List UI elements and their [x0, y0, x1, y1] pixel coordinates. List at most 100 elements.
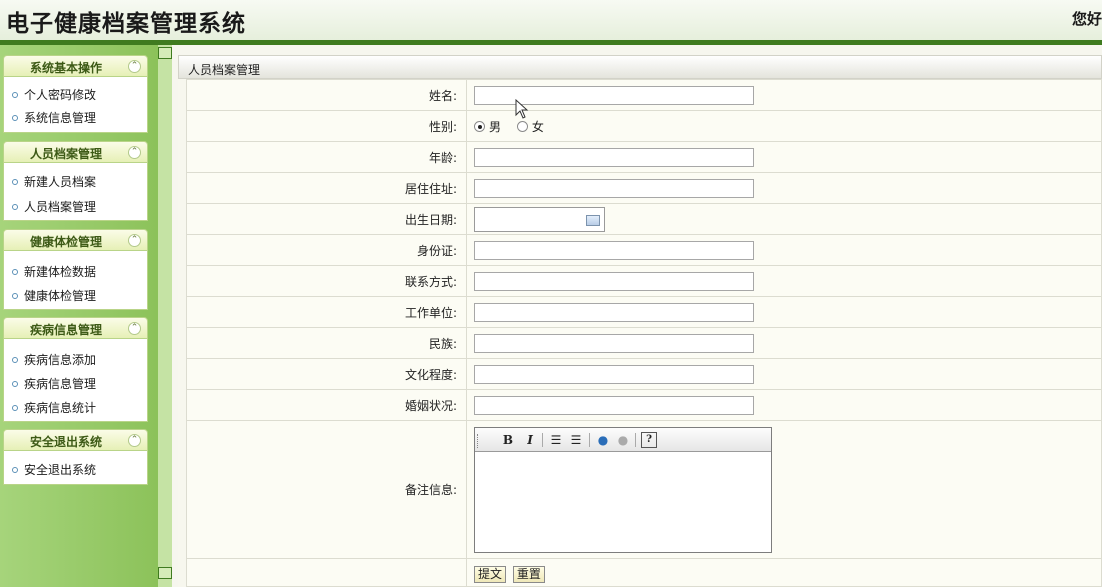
- sidebar-group-title: 疾病信息管理: [29, 323, 102, 337]
- sidebar-group-body: 安全退出系统: [3, 451, 148, 485]
- bullet-icon: [12, 178, 18, 185]
- calendar-icon[interactable]: [586, 214, 600, 226]
- bold-button[interactable]: B: [501, 432, 515, 448]
- ethnicity-label: 民族:: [186, 327, 467, 359]
- education-label: 文化程度:: [186, 358, 467, 390]
- marital-label: 婚姻状况:: [186, 389, 467, 421]
- help-icon[interactable]: ?: [641, 431, 657, 448]
- reset-button[interactable]: 重置: [512, 566, 545, 583]
- form-row-age: 年龄:: [186, 141, 1102, 173]
- link-icon[interactable]: ●: [595, 432, 611, 448]
- collapse-icon[interactable]: ⌃: [128, 234, 141, 247]
- panel-title: 人员档案管理: [188, 63, 261, 77]
- bullet-icon: [12, 114, 18, 121]
- remarks-label: 备注信息:: [186, 420, 467, 559]
- radio-unchecked-icon: [516, 120, 528, 132]
- unordered-list-icon[interactable]: ☰: [568, 432, 584, 448]
- idcard-input[interactable]: [474, 240, 754, 260]
- collapse-icon[interactable]: ⌃: [128, 322, 141, 335]
- unlink-icon[interactable]: ●: [615, 432, 631, 448]
- sidebar-group-body: 新建人员档案 人员档案管理: [3, 163, 148, 221]
- form-row-actions: 提文 重置: [186, 558, 1102, 587]
- submit-button[interactable]: 提文: [474, 566, 507, 583]
- toolbar-separator: [635, 432, 636, 447]
- sidebar-group-disease[interactable]: 疾病信息管理 ⌃: [3, 317, 148, 339]
- sidebar-item-new-checkup[interactable]: 新建体检数据: [12, 263, 96, 280]
- mouse-cursor-icon: [515, 99, 529, 119]
- sidebar-group-title: 安全退出系统: [29, 435, 102, 449]
- bullet-icon: [12, 466, 18, 473]
- sidebar-item-checkup-management[interactable]: 健康体检管理: [12, 287, 96, 304]
- education-input[interactable]: [474, 364, 754, 384]
- gender-label: 性别:: [186, 110, 467, 142]
- sidebar-group-health-check[interactable]: 健康体检管理 ⌃: [3, 229, 148, 251]
- bullet-icon: [12, 404, 18, 411]
- sidebar-group-body: 个人密码修改 系统信息管理: [3, 77, 148, 133]
- italic-button[interactable]: I: [523, 432, 537, 448]
- splitter-top-button[interactable]: [158, 47, 172, 59]
- sidebar-item-disease-management[interactable]: 疾病信息管理: [12, 375, 96, 392]
- form-row-marital: 婚姻状况:: [186, 389, 1102, 421]
- form-row-education: 文化程度:: [186, 358, 1102, 390]
- sidebar-group-system[interactable]: 系统基本操作 ⌃: [3, 55, 148, 77]
- gender-radio-male[interactable]: 男: [474, 118, 501, 135]
- form-row-workplace: 工作单位:: [186, 296, 1102, 328]
- age-input[interactable]: [474, 147, 754, 167]
- workplace-label: 工作单位:: [186, 296, 467, 328]
- sidebar-group-body: 疾病信息添加 疾病信息管理 疾病信息统计: [3, 339, 148, 422]
- radio-checked-icon: [474, 120, 485, 132]
- record-form: 姓名: 性别: 男 女 年龄: 居住住址: 出生日期: 身份证: 联系方式: 工…: [186, 79, 1102, 587]
- sidebar: 系统基本操作 ⌃ 个人密码修改 系统信息管理 人员档案管理 ⌃ 新建人员档案 人…: [0, 45, 158, 587]
- form-row-name: 姓名:: [186, 79, 1102, 111]
- form-row-ethnicity: 民族:: [186, 327, 1102, 359]
- idcard-label: 身份证:: [186, 234, 467, 266]
- contact-input[interactable]: [474, 271, 754, 291]
- sidebar-item-disease-add[interactable]: 疾病信息添加: [12, 351, 96, 368]
- sidebar-group-body: 新建体检数据 健康体检管理: [3, 251, 148, 310]
- welcome-text: 您好: [1071, 10, 1102, 28]
- form-row-birthdate: 出生日期:: [186, 203, 1102, 235]
- birthdate-input[interactable]: [474, 206, 605, 232]
- workplace-input[interactable]: [474, 302, 754, 322]
- sidebar-item-change-password[interactable]: 个人密码修改: [12, 86, 96, 103]
- sidebar-group-logout[interactable]: 安全退出系统 ⌃: [3, 429, 148, 451]
- sidebar-item-logout[interactable]: 安全退出系统: [12, 461, 96, 478]
- collapse-icon[interactable]: ⌃: [128, 146, 141, 159]
- sidebar-item-disease-statistics[interactable]: 疾病信息统计: [12, 399, 96, 416]
- ethnicity-input[interactable]: [474, 333, 754, 353]
- bullet-icon: [12, 91, 18, 98]
- remarks-editor[interactable]: B I ☰ ☰ ● ● ?: [474, 426, 772, 553]
- form-row-gender: 性别: 男 女: [186, 110, 1102, 142]
- toolbar-separator: [589, 432, 590, 447]
- form-row-idcard: 身份证:: [186, 234, 1102, 266]
- toolbar-separator: [542, 432, 543, 447]
- sidebar-item-system-info[interactable]: 系统信息管理: [12, 109, 96, 126]
- name-label: 姓名:: [186, 79, 467, 111]
- app-header: 电子健康档案管理系统 您好: [0, 0, 1102, 40]
- contact-label: 联系方式:: [186, 265, 467, 297]
- collapse-icon[interactable]: ⌃: [128, 60, 141, 73]
- panel-header: 人员档案管理: [178, 55, 1102, 79]
- birthdate-label: 出生日期:: [186, 203, 467, 235]
- app-title: 电子健康档案管理系统: [6, 10, 246, 37]
- sidebar-item-new-record[interactable]: 新建人员档案: [12, 173, 96, 190]
- ordered-list-icon[interactable]: ☰: [548, 432, 564, 448]
- toolbar-grip-icon: [477, 433, 482, 448]
- address-label: 居住住址:: [186, 172, 467, 204]
- sidebar-group-title: 系统基本操作: [29, 61, 102, 75]
- bullet-icon: [12, 203, 18, 210]
- bullet-icon: [12, 268, 18, 275]
- splitter-bottom-button[interactable]: [158, 567, 172, 579]
- sidebar-splitter[interactable]: [158, 45, 172, 587]
- collapse-icon[interactable]: ⌃: [128, 434, 141, 447]
- address-input[interactable]: [474, 178, 754, 198]
- sidebar-group-records[interactable]: 人员档案管理 ⌃: [3, 141, 148, 163]
- form-row-address: 居住住址:: [186, 172, 1102, 204]
- main-content: 人员档案管理 姓名: 性别: 男 女 年龄: 居住住址: 出生日期: 身份证: …: [178, 55, 1102, 587]
- bullet-icon: [12, 292, 18, 299]
- sidebar-item-record-management[interactable]: 人员档案管理: [12, 198, 96, 215]
- marital-input[interactable]: [474, 395, 754, 415]
- sidebar-group-title: 人员档案管理: [29, 147, 102, 161]
- gender-radio-female[interactable]: 女: [516, 118, 544, 135]
- editor-toolbar: B I ☰ ☰ ● ● ?: [475, 427, 771, 452]
